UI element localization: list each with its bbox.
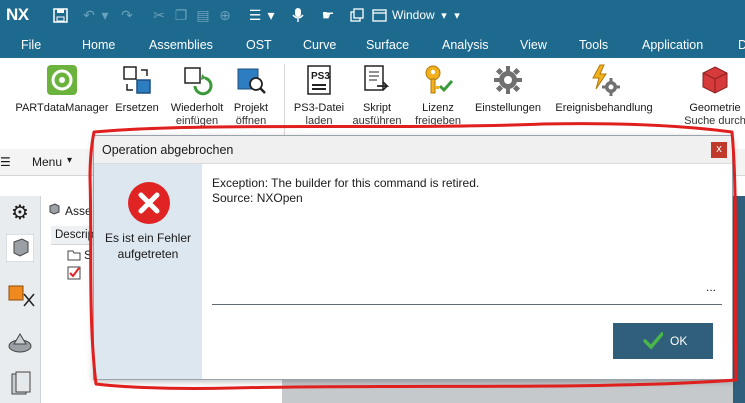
save-icon[interactable] — [51, 6, 69, 24]
ps3-file-icon: PS3 — [303, 64, 335, 96]
list-icon[interactable]: ☰ — [246, 6, 264, 24]
title-bar: NX ↶ ▾ ↷ ✂ ❐ ▤ ⊕ ☰ ▾ ☛ Window ▾ ▾ — [0, 0, 745, 31]
checkbox-icon[interactable] — [67, 266, 81, 283]
repeat-insert-icon — [181, 64, 213, 96]
paste-icon[interactable]: ▤ — [194, 6, 212, 24]
menu-curve[interactable]: Curve — [303, 38, 336, 52]
menu-file[interactable]: File — [21, 38, 41, 52]
part-navigator-icon[interactable] — [5, 233, 35, 263]
ps3-label-1: PS3-Datei — [293, 102, 345, 114]
gear-icon[interactable]: ⚙ — [6, 200, 34, 228]
nx-logo: NX — [6, 5, 29, 24]
geometry-search-icon — [699, 64, 731, 96]
list-dropdown-icon[interactable]: ▾ — [266, 6, 276, 24]
gear-icon — [492, 64, 524, 96]
ersetzen-button[interactable]: Ersetzen — [113, 64, 161, 115]
skript-label-1: Skript — [362, 102, 392, 114]
menu-assemblies[interactable]: Assemblies — [149, 38, 213, 52]
reuse-library-icon[interactable] — [6, 370, 34, 398]
touch-mode-icon[interactable]: ☛ — [318, 6, 338, 24]
run-script-icon — [361, 64, 393, 96]
window-menu[interactable]: Window — [392, 6, 435, 24]
partdatamanager-button[interactable]: PARTdataManager — [14, 64, 110, 115]
license-key-icon — [422, 64, 454, 96]
cut-icon[interactable]: ✂ — [150, 6, 168, 24]
partdatamanager-icon — [46, 64, 78, 96]
undo-icon[interactable]: ↶ — [80, 6, 98, 24]
ereignisbehandlung-label: Ereignisbehandlung — [555, 102, 653, 114]
menu-tools[interactable]: Tools — [579, 38, 608, 52]
copy-icon[interactable]: ❐ — [172, 6, 190, 24]
menu-dropdown-icon[interactable]: ▾ — [67, 155, 72, 166]
geometrie-label-1: Geometrie — [689, 102, 741, 114]
projekt-label-1: Projekt — [233, 102, 269, 114]
menu-home[interactable]: Home — [82, 38, 115, 52]
partdatamanager-label: PARTdataManager — [15, 102, 109, 114]
ps3-icon-text: PS3 — [311, 71, 330, 82]
resource-bar: ⚙ — [0, 196, 41, 403]
redo-icon[interactable]: ↷ — [118, 6, 136, 24]
wiederholt-label-1: Wiederholt — [170, 102, 224, 114]
menu-dropdown[interactable]: Menu — [32, 155, 62, 169]
ereignisbehandlung-button[interactable]: Ereignisbehandlung — [551, 64, 657, 115]
assembly-icon — [47, 202, 61, 219]
hamburger-icon[interactable]: ☰ — [0, 155, 11, 169]
replace-icon — [121, 64, 153, 96]
einstellungen-button[interactable]: Einstellungen — [470, 64, 546, 115]
annotation-outline — [88, 122, 738, 391]
einstellungen-label: Einstellungen — [474, 102, 542, 114]
window-dropdown-icon[interactable]: ▾ — [439, 6, 449, 24]
microphone-icon[interactable] — [290, 6, 306, 24]
menu-d[interactable]: D — [738, 38, 745, 52]
window-switch-icon[interactable] — [348, 6, 366, 24]
menu-application[interactable]: Application — [642, 38, 703, 52]
open-project-icon — [235, 64, 267, 96]
window-icon[interactable] — [370, 6, 388, 24]
undo-dropdown-icon[interactable]: ▾ — [100, 6, 110, 24]
constraint-navigator-icon[interactable] — [6, 328, 34, 356]
lizenz-label-1: Lizenz — [422, 102, 454, 114]
assembly-navigator-icon[interactable] — [6, 282, 35, 310]
ersetzen-label: Ersetzen — [115, 102, 159, 114]
menu-analysis[interactable]: Analysis — [442, 38, 489, 52]
menu-view[interactable]: View — [520, 38, 547, 52]
menu-bar: File Home Assemblies OST Curve Surface A… — [0, 31, 745, 58]
menu-ost[interactable]: OST — [246, 38, 272, 52]
folder-icon — [67, 249, 81, 264]
paste-special-icon[interactable]: ⊕ — [216, 6, 234, 24]
event-handling-icon — [588, 64, 620, 96]
menu-surface[interactable]: Surface — [366, 38, 409, 52]
customize-dropdown-icon[interactable]: ▾ — [452, 6, 462, 24]
